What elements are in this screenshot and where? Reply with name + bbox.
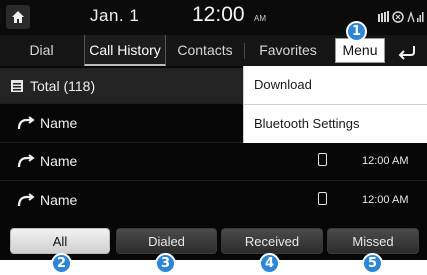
- callout-badge-3: 3: [155, 253, 176, 274]
- filter-received-button[interactable]: Received: [221, 228, 323, 254]
- home-button[interactable]: [6, 5, 30, 29]
- call-time: 12:00 AM: [362, 194, 409, 206]
- filter-all-button[interactable]: All: [10, 228, 110, 254]
- menu-button[interactable]: Menu: [335, 38, 385, 63]
- outgoing-call-icon: [17, 116, 35, 130]
- callout-badge-2: 2: [51, 253, 72, 274]
- tab-contacts[interactable]: Contacts: [167, 35, 243, 66]
- mobile-phone-icon: [318, 192, 327, 205]
- mobile-phone-icon: [318, 153, 327, 166]
- date-display: Jan. 1: [90, 6, 140, 25]
- back-arrow-icon: [398, 46, 415, 60]
- call-time: 12:00 AM: [362, 155, 409, 167]
- list-icon: [11, 80, 23, 92]
- callout-badge-5: 5: [362, 253, 383, 274]
- tab-call-history[interactable]: Call History: [84, 35, 166, 66]
- callout-badge-1: 1: [346, 21, 367, 42]
- menu-item-bluetooth-settings[interactable]: Bluetooth Settings: [244, 105, 427, 143]
- home-icon: [12, 11, 24, 23]
- contact-name: Name: [40, 115, 78, 131]
- outgoing-call-icon: [17, 193, 35, 207]
- tab-favorites[interactable]: Favorites: [245, 35, 331, 66]
- status-indicators-icon: [378, 10, 424, 23]
- tab-dial[interactable]: Dial: [0, 35, 83, 66]
- filter-dialed-button[interactable]: Dialed: [116, 228, 217, 254]
- outgoing-call-icon: [17, 154, 35, 168]
- clock-ampm: AM: [254, 14, 266, 23]
- contact-name: Name: [40, 192, 78, 208]
- list-item[interactable]: Name 12:00 AM: [0, 143, 427, 181]
- clock-time: 12:00: [192, 3, 245, 26]
- menu-dropdown: Download Bluetooth Settings: [243, 66, 427, 143]
- back-button[interactable]: [392, 38, 422, 63]
- menu-item-download[interactable]: Download: [244, 66, 427, 104]
- callout-badge-4: 4: [259, 253, 280, 274]
- total-count-label: Total (118): [30, 78, 96, 94]
- list-item[interactable]: Name 12:00 AM: [0, 182, 427, 220]
- contact-name: Name: [40, 153, 78, 169]
- filter-missed-button[interactable]: Missed: [327, 228, 419, 254]
